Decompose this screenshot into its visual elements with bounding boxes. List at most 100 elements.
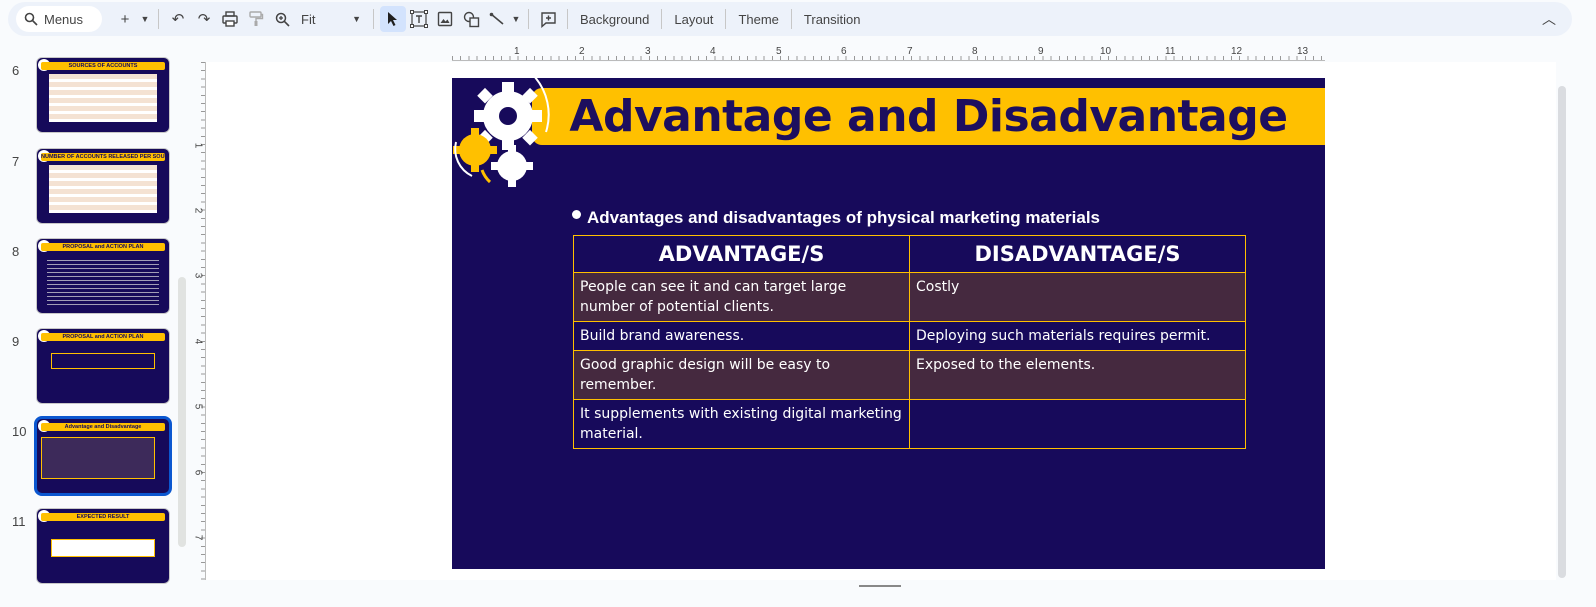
ruler-mark: 9: [1038, 46, 1044, 57]
ruler-mark: 7: [907, 46, 913, 57]
search-menus-input[interactable]: Menus: [16, 6, 102, 32]
filmstrip-scrollbar[interactable]: [178, 277, 186, 547]
ruler-mark: 2: [579, 46, 585, 57]
line-dropdown[interactable]: ▼: [510, 6, 522, 32]
thumbnail-title: NUMBER OF ACCOUNTS RELEASED PER SOURCE: [41, 153, 165, 161]
table-cell[interactable]: Deploying such materials requires permit…: [909, 321, 1246, 351]
paint-format-button[interactable]: [243, 6, 269, 32]
table-header-row: ADVANTAGE/S DISADVANTAGE/S: [573, 235, 1246, 273]
gears-graphic: [453, 78, 550, 187]
slide-filmstrip: 6 SOURCES OF ACCOUNTS 7 NUMBER OF ACCOUN…: [0, 52, 190, 607]
slide-number: 8: [12, 244, 20, 259]
ruler-mark: 6: [841, 46, 847, 57]
theme-button[interactable]: Theme: [732, 6, 784, 32]
caret-down-icon: ▼: [140, 14, 150, 24]
table-cell[interactable]: Good graphic design will be easy to reme…: [573, 350, 910, 400]
slide-thumbnail[interactable]: EXPECTED RESULT: [36, 508, 170, 584]
new-slide-button[interactable]: +: [112, 6, 138, 32]
text-box-icon: [410, 10, 428, 28]
slide-thumbnail[interactable]: NUMBER OF ACCOUNTS RELEASED PER SOURCE: [36, 148, 170, 224]
toolbar-divider: [528, 9, 529, 29]
toolbar-divider: [373, 9, 374, 29]
slide-title[interactable]: Advantage and Disadvantage: [532, 88, 1325, 145]
table-row: It supplements with existing digital mar…: [573, 399, 1246, 449]
shape-button[interactable]: [458, 6, 484, 32]
vertical-ruler: 1 2 3 4 5 6 7: [192, 62, 206, 580]
text-box-button[interactable]: [406, 6, 432, 32]
slide-thumbnail[interactable]: SOURCES OF ACCOUNTS: [36, 57, 170, 133]
caret-down-icon: ▼: [352, 14, 361, 24]
speaker-notes-resize-handle[interactable]: [859, 585, 901, 587]
table-cell[interactable]: Build brand awareness.: [573, 321, 910, 351]
thumbnail-title: SOURCES OF ACCOUNTS: [41, 62, 165, 70]
search-icon: [24, 12, 38, 26]
thumbnail-title: Advantage and Disadvantage: [41, 423, 165, 431]
print-button[interactable]: [217, 6, 243, 32]
undo-button[interactable]: ↶: [165, 6, 191, 32]
ruler-mark: 12: [1231, 46, 1243, 57]
filmstrip-item[interactable]: 6 SOURCES OF ACCOUNTS: [0, 57, 180, 137]
table-cell[interactable]: People can see it and can target large n…: [573, 272, 910, 322]
slide-thumbnail-selected[interactable]: Advantage and Disadvantage: [34, 416, 172, 496]
slide-thumbnail[interactable]: PROPOSAL and ACTION PLAN: [36, 238, 170, 314]
canvas-scrollbar[interactable]: [1558, 86, 1566, 578]
ruler-mark: 4: [710, 46, 716, 57]
toolbar-divider: [158, 9, 159, 29]
slide-number: 10: [12, 424, 27, 439]
filmstrip-item[interactable]: 9 PROPOSAL and ACTION PLAN: [0, 328, 180, 408]
filmstrip-item[interactable]: 7 NUMBER OF ACCOUNTS RELEASED PER SOURCE: [0, 148, 180, 228]
filmstrip-item[interactable]: 11 EXPECTED RESULT: [0, 508, 180, 588]
paint-format-icon: [249, 11, 264, 26]
gear-icon: [491, 145, 533, 187]
select-tool-button[interactable]: [380, 6, 406, 32]
table-cell[interactable]: [909, 399, 1246, 449]
thumbnail-title: PROPOSAL and ACTION PLAN: [41, 243, 165, 251]
new-slide-dropdown[interactable]: ▼: [138, 6, 152, 32]
background-button[interactable]: Background: [574, 6, 655, 32]
horizontal-ruler: 1 2 3 4 5 6 7 8 9 10 11 12 13: [452, 46, 1325, 61]
layout-button[interactable]: Layout: [668, 6, 719, 32]
zoom-select[interactable]: Fit ▼: [295, 12, 367, 27]
table-cell[interactable]: Costly: [909, 272, 1246, 322]
ruler-mark: 1: [514, 46, 520, 57]
comment-add-icon: [540, 11, 556, 28]
caret-down-icon: ▼: [511, 14, 521, 24]
shape-icon: [463, 11, 479, 27]
add-comment-button[interactable]: [535, 6, 561, 32]
ruler-mark: 11: [1165, 46, 1176, 57]
filmstrip-item-selected[interactable]: 10 Advantage and Disadvantage: [0, 416, 180, 498]
print-icon: [222, 11, 238, 27]
thumbnail-title: PROPOSAL and ACTION PLAN: [41, 333, 165, 341]
table-header-cell[interactable]: DISADVANTAGE/S: [909, 235, 1246, 273]
table-header-cell[interactable]: ADVANTAGE/S: [573, 235, 910, 273]
undo-icon: ↶: [171, 11, 185, 28]
transition-button[interactable]: Transition: [798, 6, 867, 32]
table-cell[interactable]: It supplements with existing digital mar…: [573, 399, 910, 449]
toolbar-divider: [790, 9, 792, 29]
slide-number: 7: [12, 154, 20, 169]
table-cell[interactable]: Exposed to the elements.: [909, 350, 1246, 400]
ruler-mark: 8: [972, 46, 978, 57]
slide-number: 9: [12, 334, 20, 349]
toolbar-divider: [725, 9, 727, 29]
line-button[interactable]: [484, 6, 510, 32]
toolbar: Menus + ▼ ↶ ↷ Fit ▼ ▼ Background Layout …: [8, 2, 1572, 36]
advantage-table[interactable]: ADVANTAGE/S DISADVANTAGE/S People can se…: [573, 235, 1246, 449]
ruler-mark: 2: [192, 207, 204, 214]
zoom-button[interactable]: [269, 6, 295, 32]
ruler-mark: 13: [1297, 46, 1309, 57]
table-row: Good graphic design will be easy to reme…: [573, 350, 1246, 400]
ruler-mark: 3: [192, 272, 204, 279]
filmstrip-item[interactable]: 8 PROPOSAL and ACTION PLAN: [0, 238, 180, 318]
ruler-mark: 5: [192, 403, 204, 410]
slide-thumbnail[interactable]: PROPOSAL and ACTION PLAN: [36, 328, 170, 404]
bullet-item[interactable]: Advantages and disadvantages of physical…: [572, 208, 1100, 228]
collapse-toolbar-button[interactable]: ︿: [1542, 9, 1556, 29]
chevron-up-icon: ︿: [1542, 11, 1556, 27]
insert-image-button[interactable]: [432, 6, 458, 32]
slide[interactable]: Advantage and Disadvantage Advantages an…: [452, 78, 1325, 569]
thumbnail-table: [41, 437, 155, 479]
cursor-icon: [388, 12, 397, 26]
redo-button[interactable]: ↷: [191, 6, 217, 32]
table-row: Build brand awareness. Deploying such ma…: [573, 321, 1246, 351]
